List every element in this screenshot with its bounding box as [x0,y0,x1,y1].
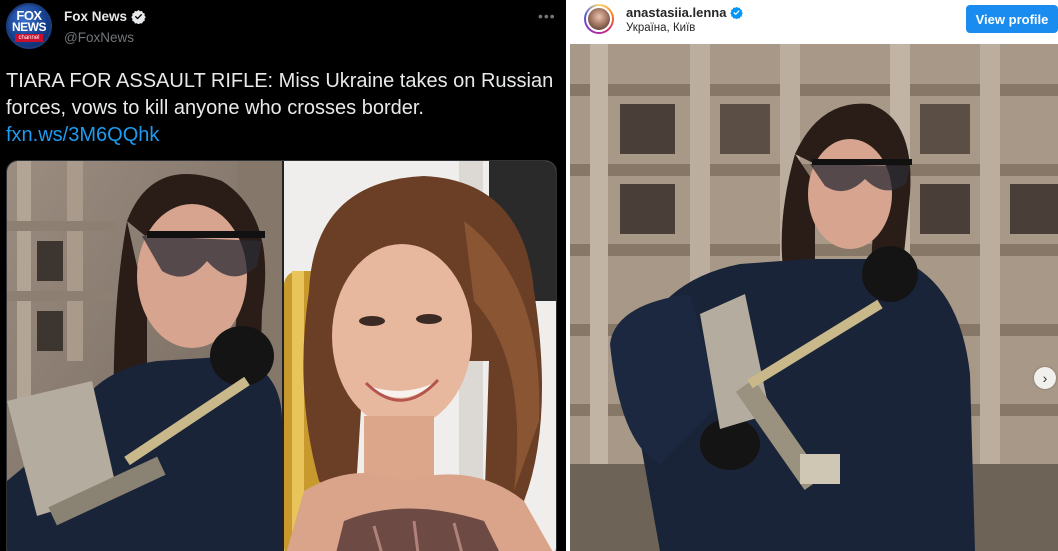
instagram-location[interactable]: Україна, Київ [626,22,695,34]
avatar-logo-line2: NEWS [12,20,47,34]
portrait-photo[interactable] [284,161,556,551]
tweet-text: TIARA FOR ASSAULT RIFLE: Miss Ukraine ta… [6,70,554,119]
tweet-media[interactable] [6,160,557,551]
username-text: anastasiia.lenna [626,5,727,20]
next-arrow-icon[interactable]: › [1034,367,1056,389]
fox-news-avatar[interactable]: FOX NEWS channel [6,3,52,49]
tweet-panel: FOX NEWS channel Fox News @FoxNews ••• T… [0,0,566,551]
view-profile-button[interactable]: View profile [966,5,1058,33]
verified-badge-icon [131,9,146,24]
tweet-handle[interactable]: @FoxNews [64,30,134,45]
account-name-text: Fox News [64,9,128,24]
tweet-link[interactable]: fxn.ws/3M6QQhk [6,124,159,147]
verified-badge-icon [730,6,744,19]
instagram-panel: anastasiia.lenna Україна, Київ View prof… [570,0,1058,551]
instagram-post-photo[interactable] [570,44,1058,551]
instagram-avatar[interactable] [584,4,614,34]
more-options-icon[interactable]: ••• [538,8,556,24]
soldier-photo[interactable] [7,161,282,551]
instagram-username[interactable]: anastasiia.lenna [626,5,744,20]
avatar-logo-line3: channel [15,34,43,42]
avatar-image [586,6,612,32]
tweet-account-name[interactable]: Fox News [64,9,146,24]
